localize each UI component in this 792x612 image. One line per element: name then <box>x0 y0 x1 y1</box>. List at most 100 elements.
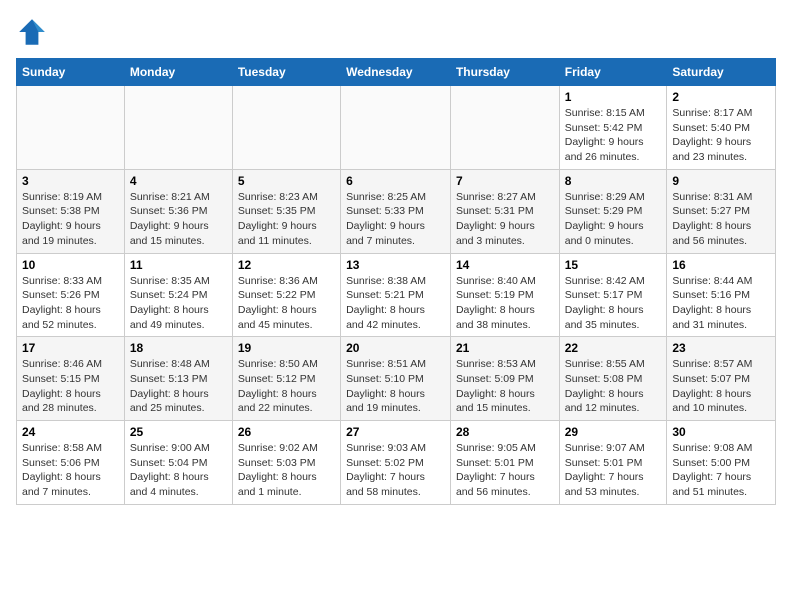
day-cell: 20 Sunrise: 8:51 AM Sunset: 5:10 PM Dayli… <box>341 337 451 421</box>
day-cell <box>232 86 340 170</box>
day-info: Sunrise: 8:48 AM Sunset: 5:13 PM Dayligh… <box>130 357 227 416</box>
day-info: Sunrise: 8:27 AM Sunset: 5:31 PM Dayligh… <box>456 190 554 249</box>
week-row-1: 1 Sunrise: 8:15 AM Sunset: 5:42 PM Daylig… <box>17 86 776 170</box>
day-info: Sunrise: 8:29 AM Sunset: 5:29 PM Dayligh… <box>565 190 662 249</box>
day-cell: 22 Sunrise: 8:55 AM Sunset: 5:08 PM Dayli… <box>559 337 667 421</box>
day-number: 7 <box>456 174 554 188</box>
day-info: Sunrise: 8:51 AM Sunset: 5:10 PM Dayligh… <box>346 357 445 416</box>
day-cell: 11 Sunrise: 8:35 AM Sunset: 5:24 PM Dayli… <box>124 253 232 337</box>
logo-icon <box>16 16 48 48</box>
day-number: 15 <box>565 258 662 272</box>
day-cell <box>450 86 559 170</box>
day-cell: 19Sunrise: 8:50 AM Sunset: 5:12 PM Dayli… <box>232 337 340 421</box>
day-number: 14 <box>456 258 554 272</box>
day-cell: 26Sunrise: 9:02 AM Sunset: 5:03 PM Dayli… <box>232 421 340 505</box>
day-info: Sunrise: 8:46 AM Sunset: 5:15 PM Dayligh… <box>22 357 119 416</box>
day-info: Sunrise: 8:42 AM Sunset: 5:17 PM Dayligh… <box>565 274 662 333</box>
day-number: 12 <box>238 258 335 272</box>
day-number: 1 <box>565 90 662 104</box>
day-number: 13 <box>346 258 445 272</box>
day-info: Sunrise: 8:38 AM Sunset: 5:21 PM Dayligh… <box>346 274 445 333</box>
day-number: 4 <box>130 174 227 188</box>
day-number: 9 <box>672 174 770 188</box>
calendar-table: SundayMondayTuesdayWednesdayThursdayFrid… <box>16 58 776 505</box>
day-info: Sunrise: 8:15 AM Sunset: 5:42 PM Dayligh… <box>565 106 662 165</box>
day-cell: 21 Sunrise: 8:53 AM Sunset: 5:09 PM Dayli… <box>450 337 559 421</box>
day-info: Sunrise: 8:50 AM Sunset: 5:12 PM Dayligh… <box>238 357 335 416</box>
day-cell: 15 Sunrise: 8:42 AM Sunset: 5:17 PM Dayli… <box>559 253 667 337</box>
day-number: 2 <box>672 90 770 104</box>
day-info: Sunrise: 8:35 AM Sunset: 5:24 PM Dayligh… <box>130 274 227 333</box>
logo <box>16 16 52 48</box>
day-info: Sunrise: 8:44 AM Sunset: 5:16 PM Dayligh… <box>672 274 770 333</box>
day-info: Sunrise: 9:05 AM Sunset: 5:01 PM Dayligh… <box>456 441 554 500</box>
day-cell: 10 Sunrise: 8:33 AM Sunset: 5:26 PM Dayli… <box>17 253 125 337</box>
day-header-tuesday: Tuesday <box>232 59 340 86</box>
day-info: Sunrise: 8:53 AM Sunset: 5:09 PM Dayligh… <box>456 357 554 416</box>
day-cell: 29Sunrise: 9:07 AM Sunset: 5:01 PM Dayli… <box>559 421 667 505</box>
day-cell: 9 Sunrise: 8:31 AM Sunset: 5:27 PM Daylig… <box>667 169 776 253</box>
day-number: 3 <box>22 174 119 188</box>
day-number: 5 <box>238 174 335 188</box>
week-row-2: 3 Sunrise: 8:19 AM Sunset: 5:38 PM Daylig… <box>17 169 776 253</box>
day-cell: 16 Sunrise: 8:44 AM Sunset: 5:16 PM Dayli… <box>667 253 776 337</box>
day-number: 16 <box>672 258 770 272</box>
day-number: 11 <box>130 258 227 272</box>
day-number: 23 <box>672 341 770 355</box>
day-header-friday: Friday <box>559 59 667 86</box>
day-number: 20 <box>346 341 445 355</box>
day-number: 21 <box>456 341 554 355</box>
day-info: Sunrise: 8:40 AM Sunset: 5:19 PM Dayligh… <box>456 274 554 333</box>
day-cell: 7 Sunrise: 8:27 AM Sunset: 5:31 PM Daylig… <box>450 169 559 253</box>
day-info: Sunrise: 8:31 AM Sunset: 5:27 PM Dayligh… <box>672 190 770 249</box>
day-cell: 6Sunrise: 8:25 AM Sunset: 5:33 PM Daylig… <box>341 169 451 253</box>
day-cell: 25 Sunrise: 9:00 AM Sunset: 5:04 PM Dayli… <box>124 421 232 505</box>
day-cell: 12 Sunrise: 8:36 AM Sunset: 5:22 PM Dayli… <box>232 253 340 337</box>
day-info: Sunrise: 8:33 AM Sunset: 5:26 PM Dayligh… <box>22 274 119 333</box>
day-info: Sunrise: 9:00 AM Sunset: 5:04 PM Dayligh… <box>130 441 227 500</box>
day-number: 6 <box>346 174 445 188</box>
day-cell: 23 Sunrise: 8:57 AM Sunset: 5:07 PM Dayli… <box>667 337 776 421</box>
day-cell: 5 Sunrise: 8:23 AM Sunset: 5:35 PM Daylig… <box>232 169 340 253</box>
week-row-4: 17 Sunrise: 8:46 AM Sunset: 5:15 PM Dayli… <box>17 337 776 421</box>
day-info: Sunrise: 8:19 AM Sunset: 5:38 PM Dayligh… <box>22 190 119 249</box>
day-number: 26 <box>238 425 335 439</box>
day-info: Sunrise: 9:08 AM Sunset: 5:00 PM Dayligh… <box>672 441 770 500</box>
page-header <box>16 16 776 48</box>
day-cell: 24Sunrise: 8:58 AM Sunset: 5:06 PM Dayli… <box>17 421 125 505</box>
day-info: Sunrise: 8:23 AM Sunset: 5:35 PM Dayligh… <box>238 190 335 249</box>
day-cell: 2 Sunrise: 8:17 AM Sunset: 5:40 PM Daylig… <box>667 86 776 170</box>
day-number: 18 <box>130 341 227 355</box>
day-header-wednesday: Wednesday <box>341 59 451 86</box>
day-number: 22 <box>565 341 662 355</box>
day-cell: 3 Sunrise: 8:19 AM Sunset: 5:38 PM Daylig… <box>17 169 125 253</box>
day-info: Sunrise: 8:57 AM Sunset: 5:07 PM Dayligh… <box>672 357 770 416</box>
day-info: Sunrise: 9:07 AM Sunset: 5:01 PM Dayligh… <box>565 441 662 500</box>
day-cell: 13 Sunrise: 8:38 AM Sunset: 5:21 PM Dayli… <box>341 253 451 337</box>
day-number: 27 <box>346 425 445 439</box>
day-info: Sunrise: 8:55 AM Sunset: 5:08 PM Dayligh… <box>565 357 662 416</box>
day-cell: 18 Sunrise: 8:48 AM Sunset: 5:13 PM Dayli… <box>124 337 232 421</box>
day-cell <box>341 86 451 170</box>
week-row-5: 24Sunrise: 8:58 AM Sunset: 5:06 PM Dayli… <box>17 421 776 505</box>
day-number: 25 <box>130 425 227 439</box>
day-info: Sunrise: 8:36 AM Sunset: 5:22 PM Dayligh… <box>238 274 335 333</box>
day-cell: 30 Sunrise: 9:08 AM Sunset: 5:00 PM Dayli… <box>667 421 776 505</box>
day-header-thursday: Thursday <box>450 59 559 86</box>
day-number: 30 <box>672 425 770 439</box>
day-number: 24 <box>22 425 119 439</box>
day-cell: 8 Sunrise: 8:29 AM Sunset: 5:29 PM Daylig… <box>559 169 667 253</box>
day-number: 10 <box>22 258 119 272</box>
day-number: 28 <box>456 425 554 439</box>
day-header-monday: Monday <box>124 59 232 86</box>
day-cell: 28 Sunrise: 9:05 AM Sunset: 5:01 PM Dayli… <box>450 421 559 505</box>
day-cell: 27 Sunrise: 9:03 AM Sunset: 5:02 PM Dayli… <box>341 421 451 505</box>
day-number: 17 <box>22 341 119 355</box>
day-info: Sunrise: 8:17 AM Sunset: 5:40 PM Dayligh… <box>672 106 770 165</box>
header-row: SundayMondayTuesdayWednesdayThursdayFrid… <box>17 59 776 86</box>
week-row-3: 10 Sunrise: 8:33 AM Sunset: 5:26 PM Dayli… <box>17 253 776 337</box>
day-number: 8 <box>565 174 662 188</box>
day-info: Sunrise: 9:03 AM Sunset: 5:02 PM Dayligh… <box>346 441 445 500</box>
day-info: Sunrise: 8:21 AM Sunset: 5:36 PM Dayligh… <box>130 190 227 249</box>
day-cell: 14 Sunrise: 8:40 AM Sunset: 5:19 PM Dayli… <box>450 253 559 337</box>
